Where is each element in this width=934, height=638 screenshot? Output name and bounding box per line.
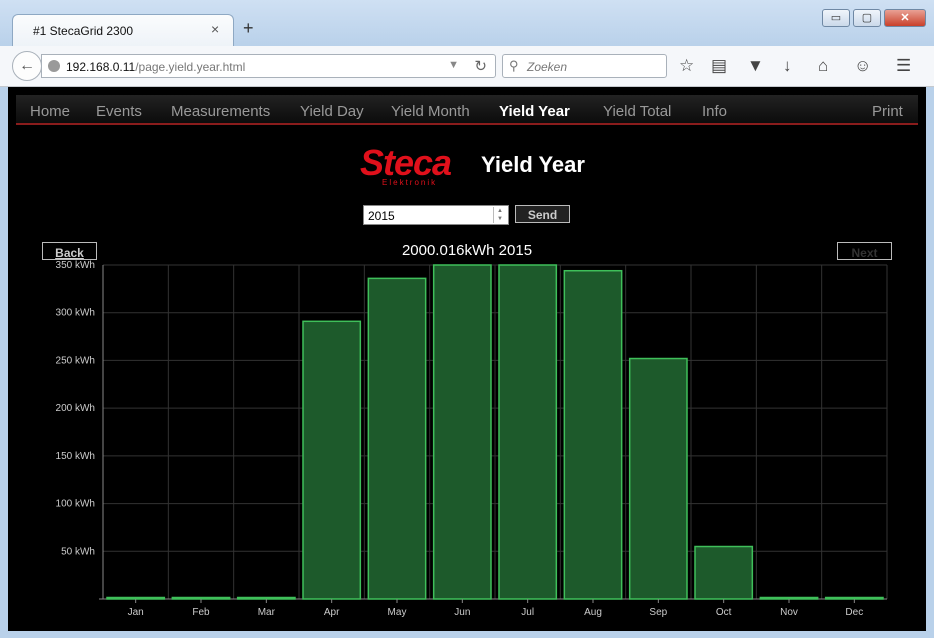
x-tick-label: Feb (192, 607, 210, 618)
browser-toolbar: ← 192.168.0.11/page.yield.year.html ▼ ↻ … (0, 46, 934, 87)
close-window-button[interactable]: ✕ (884, 9, 926, 27)
x-tick-label: Jul (521, 607, 534, 618)
bar-mar (236, 596, 296, 600)
pocket-icon[interactable]: ▼ (747, 56, 764, 76)
x-tick-label: May (388, 607, 407, 618)
home-icon[interactable]: ⌂ (818, 56, 828, 76)
y-tick-label: 350 kWh (56, 260, 95, 271)
hello-icon[interactable]: ☺ (854, 56, 871, 76)
y-tick-label: 50 kWh (61, 546, 95, 557)
url-dropdown-icon[interactable]: ▼ (448, 59, 459, 71)
page-content: Home Events Measurements Yield Day Yield… (8, 87, 926, 631)
bar-apr (302, 320, 362, 600)
tab-title: #1 StecaGrid 2300 (33, 24, 134, 38)
x-tick-label: Jun (454, 607, 470, 618)
maximize-button[interactable]: ▢ (853, 9, 881, 27)
downloads-icon[interactable]: ↓ (783, 56, 792, 76)
bar-dec (824, 596, 884, 600)
search-input[interactable]: ⚲ Zoeken (502, 54, 667, 78)
bar-jul (498, 264, 558, 600)
bar-feb (171, 596, 231, 600)
reload-icon[interactable]: ↻ (474, 57, 487, 75)
x-tick-label: Sep (649, 607, 667, 618)
reading-list-icon[interactable]: ▤ (711, 56, 727, 76)
globe-icon (48, 60, 60, 72)
yield-chart: 50 kWh 100 kWh 150 kWh 200 kWh 250 kWh 300 kW… (56, 260, 888, 618)
tab-close-icon[interactable]: × (211, 21, 219, 37)
y-tick-label: 100 kWh (56, 499, 95, 510)
bar-may (367, 277, 427, 600)
x-tick-label: Apr (324, 607, 340, 618)
address-bar[interactable]: 192.168.0.11/page.yield.year.html ▼ ↻ (41, 54, 496, 78)
bar-nov (759, 596, 819, 600)
browser-back-button[interactable]: ← (12, 51, 42, 81)
window-titlebar: #1 StecaGrid 2300 × + ▭ ▢ ✕ (0, 0, 934, 46)
bar-jan (106, 596, 166, 600)
x-tick-label: Oct (716, 607, 732, 618)
bar-jun (432, 264, 492, 600)
bookmark-star-icon[interactable]: ☆ (679, 56, 694, 76)
window-controls: ▭ ▢ ✕ (822, 9, 926, 27)
url-path: /page.yield.year.html (135, 60, 246, 74)
menu-icon[interactable]: ☰ (896, 56, 911, 76)
y-tick-label: 200 kWh (56, 403, 95, 414)
y-tick-label: 150 kWh (56, 451, 95, 462)
minimize-button[interactable]: ▭ (822, 9, 850, 27)
new-tab-button[interactable]: + (243, 19, 254, 37)
x-tick-label: Nov (780, 607, 798, 618)
browser-tab[interactable]: #1 StecaGrid 2300 × (12, 14, 234, 46)
x-tick-label: Aug (584, 607, 602, 618)
y-tick-label: 300 kWh (56, 308, 95, 319)
x-tick-label: Dec (845, 607, 863, 618)
search-icon: ⚲ (509, 58, 519, 73)
url-host: 192.168.0.11 (66, 60, 136, 74)
bar-oct (694, 545, 754, 600)
search-placeholder: Zoeken (527, 60, 568, 74)
x-tick-label: Mar (258, 607, 276, 618)
x-tick-label: Jan (128, 607, 144, 618)
bar-sep (628, 357, 688, 600)
bar-aug (563, 269, 623, 600)
y-tick-label: 250 kWh (56, 355, 95, 366)
